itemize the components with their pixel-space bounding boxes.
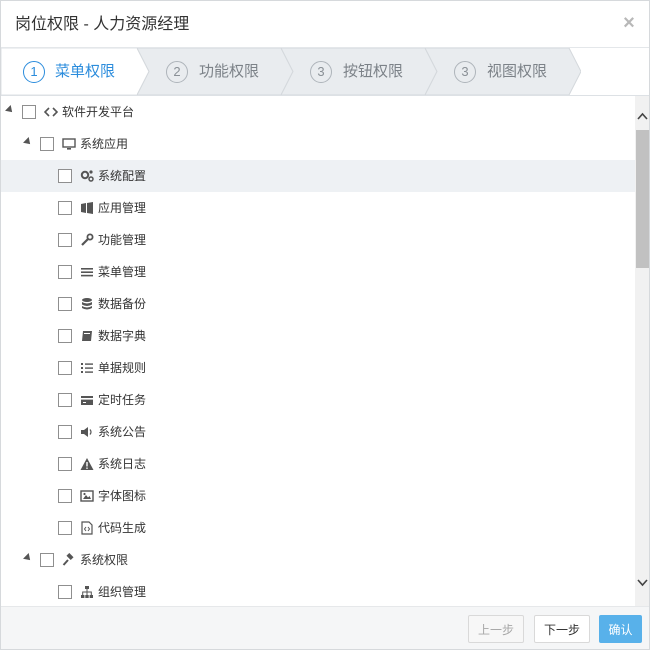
node-checkbox[interactable]	[58, 169, 72, 183]
code-icon	[44, 105, 58, 119]
step-button-permission[interactable]: 3 按钮权限	[281, 48, 437, 95]
volume-icon	[80, 425, 94, 439]
tree-node-system-apps[interactable]: 系统应用	[1, 128, 635, 160]
node-label: 系统权限	[80, 553, 129, 567]
dialog-title: 岗位权限 - 人力资源经理	[15, 16, 190, 33]
collapse-toggle-icon[interactable]	[5, 105, 15, 115]
book-icon	[80, 329, 94, 343]
tree-scrollbar[interactable]	[635, 96, 649, 606]
node-label: 字体图标	[98, 489, 147, 503]
node-label: 数据备份	[98, 297, 147, 311]
tree-node-function-management[interactable]: 功能管理	[1, 224, 635, 256]
collapse-toggle-icon[interactable]	[23, 553, 33, 563]
windows-icon	[80, 201, 94, 215]
step-number: 3	[310, 61, 332, 83]
node-checkbox[interactable]	[40, 137, 54, 151]
step-function-permission[interactable]: 2 功能权限	[137, 48, 293, 95]
node-label: 功能管理	[98, 233, 147, 247]
node-checkbox[interactable]	[58, 457, 72, 471]
node-checkbox[interactable]	[58, 489, 72, 503]
step-number: 1	[23, 61, 45, 83]
node-label: 软件开发平台	[62, 105, 135, 119]
tree-node-data-backup[interactable]: 数据备份	[1, 288, 635, 320]
scrollbar-thumb[interactable]	[636, 130, 649, 268]
scroll-down-icon[interactable]	[635, 574, 649, 591]
node-checkbox[interactable]	[40, 553, 54, 567]
node-checkbox[interactable]	[58, 201, 72, 215]
monitor-icon	[62, 137, 76, 151]
tree-node-scheduled-tasks[interactable]: 定时任务	[1, 384, 635, 416]
tree-node-software-platform[interactable]: 软件开发平台	[1, 96, 635, 128]
step-label: 视图权限	[487, 63, 548, 80]
tree-node-code-generation[interactable]: 代码生成	[1, 512, 635, 544]
node-label: 系统配置	[98, 169, 147, 183]
step-view-permission[interactable]: 3 视图权限	[425, 48, 581, 95]
permission-tree: 软件开发平台 系统应用 系统配置 应用管理 功能管理 菜单管理 数据备份 数据字…	[1, 96, 635, 606]
node-label: 应用管理	[98, 201, 147, 215]
tree-node-system-permissions[interactable]: 系统权限	[1, 544, 635, 576]
tree-node-font-icons[interactable]: 字体图标	[1, 480, 635, 512]
step-label: 菜单权限	[55, 63, 116, 80]
credit-card-icon	[80, 393, 94, 407]
node-checkbox[interactable]	[58, 233, 72, 247]
step-number: 2	[166, 61, 188, 83]
tree-node-menu-management[interactable]: 菜单管理	[1, 256, 635, 288]
tree-node-data-dictionary[interactable]: 数据字典	[1, 320, 635, 352]
file-code-icon	[80, 521, 94, 535]
close-icon[interactable]: ×	[621, 13, 637, 33]
list-ol-icon	[80, 361, 94, 375]
dialog-header: 岗位权限 - 人力资源经理 ×	[1, 1, 649, 48]
gavel-icon	[62, 553, 76, 567]
prev-step-button[interactable]: 上一步	[468, 615, 524, 643]
node-label: 单据规则	[98, 361, 147, 375]
cogs-icon	[80, 169, 94, 183]
scroll-up-icon[interactable]	[635, 108, 649, 125]
step-label: 按钮权限	[343, 63, 404, 80]
confirm-button[interactable]: 确认	[599, 615, 642, 643]
node-checkbox[interactable]	[58, 265, 72, 279]
node-checkbox[interactable]	[58, 393, 72, 407]
tree-node-app-management[interactable]: 应用管理	[1, 192, 635, 224]
tree-node-system-config[interactable]: 系统配置	[1, 160, 635, 192]
node-checkbox[interactable]	[58, 585, 72, 599]
sitemap-icon	[80, 585, 94, 599]
node-label: 组织管理	[98, 585, 147, 599]
permission-dialog: 岗位权限 - 人力资源经理 × 1 菜单权限 2 功能权限 3 按钮权限 3 视…	[0, 0, 650, 650]
image-icon	[80, 489, 94, 503]
node-label: 菜单管理	[98, 265, 147, 279]
tree-node-system-announcement[interactable]: 系统公告	[1, 416, 635, 448]
node-label: 数据字典	[98, 329, 147, 343]
database-icon	[80, 297, 94, 311]
tree-node-document-rules[interactable]: 单据规则	[1, 352, 635, 384]
node-label: 定时任务	[98, 393, 147, 407]
tree-node-org-management[interactable]: 组织管理	[1, 576, 635, 606]
node-label: 代码生成	[98, 521, 147, 535]
tree-node-system-log[interactable]: 系统日志	[1, 448, 635, 480]
node-label: 系统日志	[98, 457, 147, 471]
step-label: 功能权限	[199, 63, 260, 80]
collapse-toggle-icon[interactable]	[23, 137, 33, 147]
wrench-icon	[80, 233, 94, 247]
node-checkbox[interactable]	[22, 105, 36, 119]
warning-icon	[80, 457, 94, 471]
node-checkbox[interactable]	[58, 329, 72, 343]
node-checkbox[interactable]	[58, 361, 72, 375]
bars-icon	[80, 265, 94, 279]
node-checkbox[interactable]	[58, 297, 72, 311]
step-number: 3	[454, 61, 476, 83]
next-step-button[interactable]: 下一步	[534, 615, 590, 643]
node-label: 系统应用	[80, 137, 129, 151]
step-menu-permission[interactable]: 1 菜单权限	[1, 48, 149, 95]
step-wizard: 1 菜单权限 2 功能权限 3 按钮权限 3 视图权限	[1, 48, 649, 96]
node-label: 系统公告	[98, 425, 147, 439]
dialog-footer: 上一步 下一步 确认	[1, 606, 649, 649]
node-checkbox[interactable]	[58, 425, 72, 439]
node-checkbox[interactable]	[58, 521, 72, 535]
